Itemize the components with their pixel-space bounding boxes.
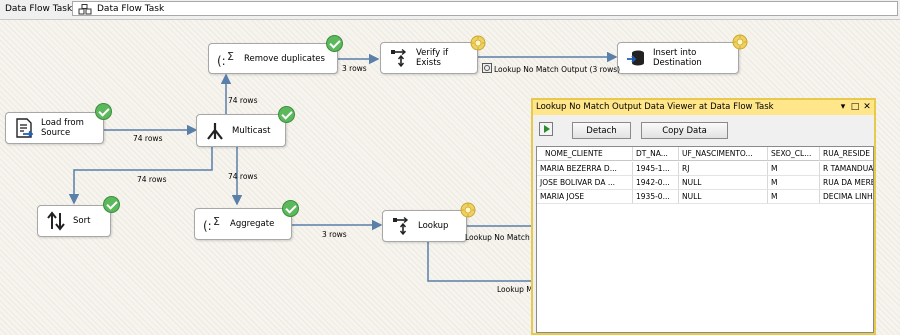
table-cell: RUA DA MERE	[820, 176, 873, 190]
success-check-icon	[282, 200, 299, 217]
destination-icon	[627, 50, 644, 66]
table-cell: NULL	[679, 190, 768, 204]
svg-text:Σ: Σ	[227, 50, 234, 63]
component-insert-into-destination[interactable]: Insert into Destination	[617, 42, 739, 74]
data-viewer-window[interactable]: Lookup No Match Output Data Viewer at Da…	[531, 98, 876, 335]
table-row[interactable]: JOSE BOLIVAR DA ... 1942-0... NULL M RUA…	[537, 176, 873, 190]
table-cell: R TAMANDUAT	[820, 162, 873, 176]
component-label: Remove duplicates	[244, 53, 325, 64]
close-icon[interactable]: ✕	[862, 102, 872, 112]
pending-status-icon	[460, 202, 476, 218]
continue-play-button[interactable]	[539, 122, 553, 136]
pending-status-icon	[470, 35, 486, 51]
table-cell: NULL	[679, 176, 768, 190]
data-grid[interactable]: NOME_CLIENTE DT_NA... UF_NASCIMENTO... S…	[536, 146, 874, 333]
component-aggregate[interactable]: (: Σ Aggregate	[194, 208, 292, 240]
component-multicast[interactable]: Multicast	[196, 114, 286, 147]
source-icon	[16, 118, 34, 138]
component-label: Aggregate	[230, 219, 275, 229]
window-menu-dropdown-icon[interactable]: ▾	[838, 102, 848, 112]
table-cell: JOSE BOLIVAR DA ...	[537, 176, 633, 190]
path-row-count: 74 rows	[133, 134, 163, 143]
path-label-text: Lookup No Match Output (3 rows)	[494, 65, 621, 74]
column-header[interactable]: UF_NASCIMENTO...	[679, 147, 768, 161]
svg-text:Σ: Σ	[213, 215, 220, 228]
pending-status-icon	[732, 34, 748, 50]
path-lookup-match	[427, 242, 531, 282]
svg-text:(:: (:	[217, 54, 226, 68]
column-header[interactable]: NOME_CLIENTE	[537, 147, 633, 161]
copy-data-button[interactable]: Copy Data	[641, 122, 728, 139]
component-label: Multicast	[232, 125, 271, 136]
data-viewer-titlebar[interactable]: Lookup No Match Output Data Viewer at Da…	[533, 100, 874, 115]
table-cell: 1935-0...	[633, 190, 679, 204]
data-viewer-title: Lookup No Match Output Data Viewer at Da…	[536, 102, 774, 112]
aggregate-sigma-icon: (: Σ	[217, 50, 234, 68]
sort-icon	[47, 211, 65, 231]
path-row-count: 74 rows	[228, 96, 258, 105]
table-cell: M	[768, 162, 820, 176]
component-label: Verify if Exists	[416, 48, 449, 68]
column-header[interactable]: RUA_RESIDE	[820, 147, 873, 161]
component-sort[interactable]: Sort	[37, 205, 111, 237]
table-cell: DECIMA LINHA	[820, 190, 873, 204]
path-row-count: 74 rows	[137, 175, 167, 184]
component-remove-duplicates[interactable]: (: Σ Remove duplicates	[208, 43, 338, 74]
multicast-icon	[207, 122, 223, 140]
table-cell: 1945-1...	[633, 162, 679, 176]
component-lookup[interactable]: Lookup	[382, 210, 467, 242]
column-header[interactable]: DT_NA...	[633, 147, 679, 161]
lookup-icon	[393, 216, 409, 236]
table-row[interactable]: MARIA BEZERRA D... 1945-1... RJ M R TAMA…	[537, 162, 873, 176]
table-cell: 1942-0...	[633, 176, 679, 190]
component-label: Sort	[73, 216, 91, 226]
aggregate-sigma-icon: (: Σ	[203, 215, 220, 233]
component-verify-if-exists[interactable]: Verify if Exists	[380, 42, 478, 74]
success-check-icon	[278, 106, 295, 123]
table-cell: MARIA BEZERRA D...	[537, 162, 633, 176]
path-label: Lookup No Match	[465, 233, 530, 242]
component-label: Insert into Destination	[653, 48, 702, 68]
success-check-icon	[326, 35, 343, 52]
data-viewer-icon	[482, 63, 492, 73]
column-header[interactable]: SEXO_CL...	[768, 147, 820, 161]
success-check-icon	[95, 103, 112, 120]
table-cell: MARIA JOSE	[537, 190, 633, 204]
path-row-count: 74 rows	[228, 172, 258, 181]
grid-header-row: NOME_CLIENTE DT_NA... UF_NASCIMENTO... S…	[537, 147, 873, 161]
success-check-icon	[103, 196, 120, 213]
component-label: Load from Source	[41, 118, 84, 138]
table-cell: RJ	[679, 162, 768, 176]
path-row-count: 3 rows	[342, 64, 367, 73]
path-row-count: 3 rows	[322, 230, 347, 239]
detach-button[interactable]: Detach	[572, 122, 631, 139]
lookup-icon	[391, 48, 407, 68]
table-row[interactable]: MARIA JOSE 1935-0... NULL M DECIMA LINHA	[537, 190, 873, 204]
path-label-with-viewer[interactable]: Lookup No Match Output (3 rows)	[482, 63, 620, 74]
table-cell: M	[768, 176, 820, 190]
component-load-from-source[interactable]: Load from Source	[5, 112, 104, 144]
component-label: Lookup	[418, 221, 449, 231]
maximize-icon[interactable]: □	[850, 102, 860, 112]
table-cell: M	[768, 190, 820, 204]
svg-text:(:: (:	[203, 219, 212, 233]
